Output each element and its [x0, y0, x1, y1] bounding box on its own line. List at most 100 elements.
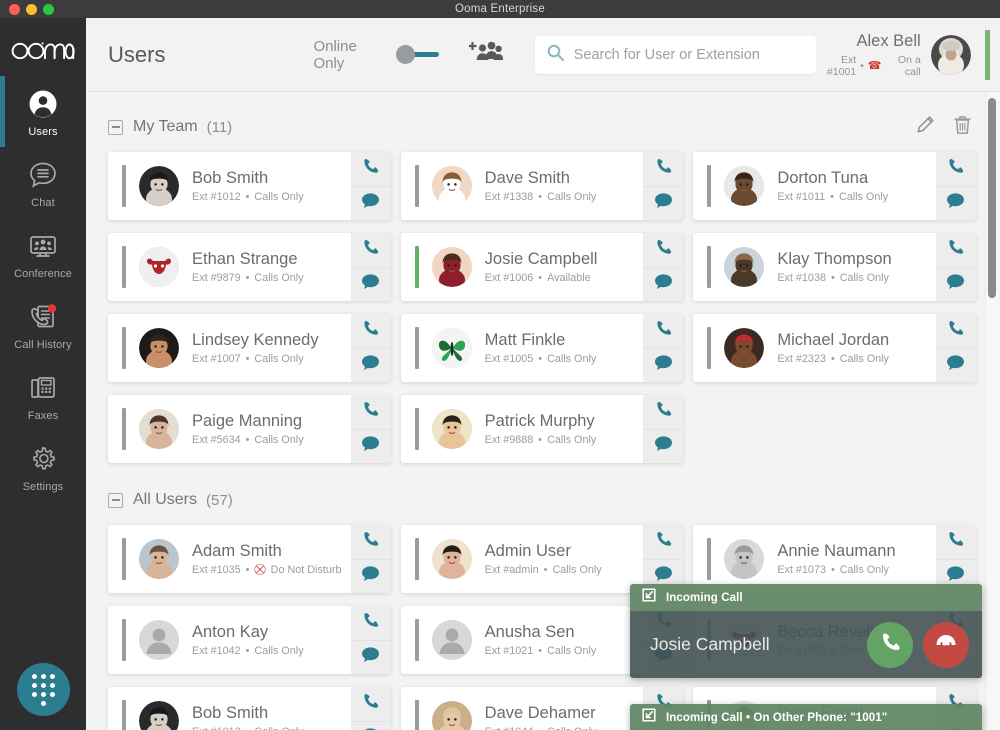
answer-call-button[interactable]	[867, 621, 913, 668]
user-card-body[interactable]: Dorton Tuna Ext #1011 • Calls Only	[693, 152, 936, 220]
avatar	[431, 539, 472, 579]
online-only-toggle[interactable]	[396, 45, 439, 64]
chat-user-button[interactable]	[643, 185, 684, 221]
call-user-button[interactable]	[936, 233, 976, 267]
minus-square-icon[interactable]	[108, 119, 123, 135]
incoming-call-popup-2[interactable]: Incoming Call • On Other Phone: "1001" J…	[630, 704, 982, 730]
chat-user-button[interactable]	[643, 347, 684, 383]
delete-group-button[interactable]	[953, 115, 972, 140]
chat-user-button[interactable]	[935, 266, 976, 302]
user-card[interactable]: Klay Thompson Ext #1038 • Calls Only	[693, 233, 976, 301]
dialpad-button[interactable]	[16, 663, 70, 716]
online-only-filter[interactable]: Online Only	[313, 38, 439, 72]
user-card-body[interactable]: Dave Dehamer Ext #1044 • Calls Only	[400, 687, 644, 730]
sidebar-item-faxes[interactable]: Faxes	[0, 360, 86, 431]
avatar	[431, 247, 472, 287]
user-card-body[interactable]: Matt Finkle Ext #1005 • Calls Only	[400, 314, 644, 382]
call-user-button[interactable]	[936, 525, 976, 559]
user-card-body[interactable]: Paige Manning Ext #5634 • Calls Only	[108, 395, 351, 463]
decline-call-button[interactable]	[923, 621, 969, 668]
user-card-body[interactable]: Patrick Murphy Ext #9888 • Calls Only	[400, 395, 644, 463]
sidebar-item-users[interactable]: Users	[0, 76, 86, 147]
current-user-panel[interactable]: Alex Bell Ext #1001 • ☎ On a call	[816, 29, 1000, 80]
phone-icon	[654, 400, 673, 424]
user-card[interactable]: Patrick Murphy Ext #9888 • Calls Only	[400, 395, 684, 464]
user-card[interactable]: Annie Naumann Ext #1073 • Calls Only	[693, 525, 976, 593]
user-name: Adam Smith	[192, 542, 282, 560]
chat-user-button[interactable]	[350, 266, 391, 302]
user-card-actions	[643, 314, 684, 383]
sidebar-item-conference[interactable]: Conference	[0, 218, 86, 289]
chat-user-button[interactable]	[935, 185, 976, 221]
chat-bubble-icon	[361, 192, 380, 214]
sidebar-item-chat[interactable]: Chat	[0, 147, 86, 218]
user-card[interactable]: Michael Jordan Ext #2323 • Calls Only	[693, 314, 976, 382]
call-user-button[interactable]	[936, 314, 976, 348]
chat-user-button[interactable]	[350, 558, 391, 594]
search-box[interactable]	[534, 35, 816, 74]
chat-bubble-icon	[361, 273, 380, 295]
user-card[interactable]: Dave Smith Ext #1338 • Calls Only	[400, 152, 684, 221]
user-card[interactable]: Matt Finkle Ext #1005 • Calls Only	[400, 314, 684, 383]
user-card-body[interactable]: Bob Smith Ext #1012 • Calls Only	[108, 152, 351, 220]
chat-user-button[interactable]	[350, 428, 391, 464]
user-card-body[interactable]: Adam Smith Ext #1035 • ⛒ Do Not Disturb	[108, 525, 351, 593]
chat-user-button[interactable]	[350, 720, 391, 730]
user-card[interactable]: Josie Campbell Ext #1006 • Available	[400, 233, 684, 302]
user-card-body[interactable]: Bob Smith Ext #1012 • Calls Only	[108, 687, 351, 730]
user-card-actions	[643, 395, 684, 464]
call-user-button[interactable]	[351, 314, 391, 348]
chat-user-button[interactable]	[935, 347, 976, 383]
call-user-button[interactable]	[351, 687, 391, 721]
user-card-body[interactable]: Admin User Ext #admin • Calls Only	[400, 525, 644, 593]
avatar	[139, 409, 179, 449]
sidebar-item-call-history[interactable]: Call History	[0, 289, 86, 360]
call-user-button[interactable]	[643, 314, 683, 348]
user-extension: Ext #1021	[484, 645, 534, 657]
chat-user-button[interactable]	[350, 639, 391, 675]
user-card-body[interactable]: Dave Smith Ext #1338 • Calls Only	[400, 152, 644, 220]
sidebar-item-settings[interactable]: Settings	[0, 431, 86, 502]
call-user-button[interactable]	[936, 152, 976, 186]
call-user-button[interactable]	[643, 525, 683, 559]
user-card[interactable]: Adam Smith Ext #1035 • ⛒ Do Not Disturb	[108, 525, 391, 593]
call-user-button[interactable]	[643, 233, 683, 267]
minus-square-icon[interactable]	[108, 492, 123, 508]
user-card[interactable]: Bob Smith Ext #1012 • Calls Only	[108, 687, 391, 730]
user-card[interactable]: Dorton Tuna Ext #1011 • Calls Only	[693, 152, 976, 220]
user-info: Matt Finkle Ext #1005 • Calls Only	[485, 331, 597, 365]
user-card-body[interactable]: Annie Naumann Ext #1073 • Calls Only	[693, 525, 936, 593]
call-user-button[interactable]	[351, 152, 391, 186]
user-card-body[interactable]: Klay Thompson Ext #1038 • Calls Only	[693, 233, 936, 301]
call-user-button[interactable]	[351, 606, 391, 640]
user-card-body[interactable]: Ethan Strange Ext #9879 • Calls Only	[108, 233, 351, 301]
add-group-button[interactable]	[468, 39, 504, 70]
edit-group-button[interactable]	[916, 115, 935, 139]
user-card-body[interactable]: Lindsey Kennedy Ext #1007 • Calls Only	[108, 314, 351, 382]
call-user-button[interactable]	[643, 395, 683, 429]
user-card[interactable]: Admin User Ext #admin • Calls Only	[400, 525, 684, 593]
user-card-body[interactable]: Anton Kay Ext #1042 • Calls Only	[108, 606, 351, 674]
user-card[interactable]: Bob Smith Ext #1012 • Calls Only	[108, 152, 391, 220]
call-user-button[interactable]	[351, 395, 391, 429]
user-card[interactable]: Ethan Strange Ext #9879 • Calls Only	[108, 233, 391, 301]
chat-bubble-icon	[26, 158, 60, 192]
conference-screen-icon	[26, 229, 60, 263]
user-card-body[interactable]: Josie Campbell Ext #1006 • Available	[400, 233, 644, 301]
call-user-button[interactable]	[643, 152, 683, 186]
call-user-button[interactable]	[351, 233, 391, 267]
user-card-body[interactable]: Anusha Sen Ext #1021 • Calls Only	[400, 606, 644, 674]
call-user-button[interactable]	[351, 525, 391, 559]
user-card[interactable]: Lindsey Kennedy Ext #1007 • Calls Only	[108, 314, 391, 382]
vertical-scrollbar[interactable]	[988, 98, 996, 298]
user-card-body[interactable]: Michael Jordan Ext #2323 • Calls Only	[693, 314, 936, 382]
user-card[interactable]: Anton Kay Ext #1042 • Calls Only	[108, 606, 391, 674]
chat-user-button[interactable]	[643, 428, 684, 464]
incoming-call-popup-1[interactable]: Incoming Call Josie Campbell	[630, 584, 982, 678]
search-input[interactable]	[573, 46, 804, 63]
chat-user-button[interactable]	[643, 266, 684, 302]
chat-user-button[interactable]	[350, 185, 391, 221]
chat-user-button[interactable]	[350, 347, 391, 383]
user-card-actions	[350, 687, 391, 730]
user-card[interactable]: Paige Manning Ext #5634 • Calls Only	[108, 395, 391, 463]
